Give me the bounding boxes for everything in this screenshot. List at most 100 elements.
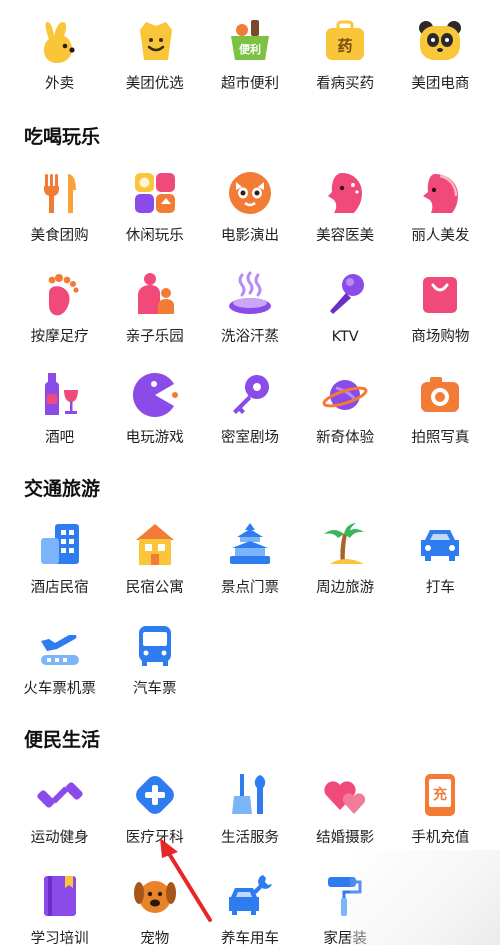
service-label: 宠物 [140, 931, 170, 947]
life-row-2: 学习培训 宠物 养车用车 家居装 [12, 871, 488, 948]
service-label: 医疗牙科 [125, 830, 184, 846]
service-dianshang[interactable]: 美团电商 [393, 16, 488, 93]
service-ktv[interactable]: KTV [298, 269, 393, 346]
service-label: 拍照写真 [411, 430, 470, 446]
service-minsu[interactable]: 民宿公寓 [107, 520, 202, 597]
key-icon [225, 370, 275, 420]
microphone-icon [320, 269, 370, 319]
service-paizhao[interactable]: 拍照写真 [393, 370, 488, 447]
service-label: 洗浴汗蒸 [220, 329, 279, 345]
leisure-grid-icon [130, 168, 180, 218]
dog-icon [130, 871, 180, 921]
section-title-travel: 交通旅游 [24, 478, 101, 500]
travel-row-2: 火车票机票 汽车票 [12, 621, 488, 698]
service-mishi[interactable]: 密室剧场 [202, 370, 297, 447]
pacman-icon [130, 370, 180, 420]
service-label: 民宿公寓 [125, 580, 184, 596]
service-huoche-jipiao[interactable]: 火车票机票 [12, 621, 107, 698]
service-label: 亲子乐园 [125, 329, 184, 345]
fork-knife-icon [35, 168, 85, 218]
travel-row-1: 酒店民宿 民宿公寓 景点门票 周边旅游 打车 [12, 520, 488, 597]
service-jiudian[interactable]: 酒店民宿 [12, 520, 107, 597]
cat-face-icon [225, 168, 275, 218]
eat-play-row-1: 美食团购 休闲玩乐 电影演出 美容医美 丽人美发 [12, 168, 488, 245]
service-qinzi[interactable]: 亲子乐园 [107, 269, 202, 346]
service-label: 丽人美发 [411, 228, 470, 244]
camera-icon [415, 370, 465, 420]
service-label: 学习培训 [30, 931, 89, 947]
car-wrench-icon [225, 871, 275, 921]
service-yundong[interactable]: 运动健身 [12, 770, 107, 847]
service-meishi[interactable]: 美食团购 [12, 168, 107, 245]
service-label: 结婚摄影 [316, 830, 375, 846]
house-icon [130, 520, 180, 570]
service-youxuan[interactable]: 美团优选 [107, 16, 202, 93]
service-chongzhi[interactable]: 充 手机充值 [393, 770, 488, 847]
service-label: 酒店民宿 [30, 580, 89, 596]
broom-wrench-icon [225, 770, 275, 820]
service-shenghuo[interactable]: 生活服务 [202, 770, 297, 847]
svg-text:便利: 便利 [239, 42, 261, 56]
service-yiliao[interactable]: 医疗牙科 [107, 770, 202, 847]
shopping-bag-icon [415, 269, 465, 319]
service-label: 酒吧 [45, 430, 75, 446]
service-jiaju[interactable]: 家居装 [298, 871, 393, 948]
service-label: KTV [331, 329, 359, 345]
temple-icon [225, 520, 275, 570]
service-zhoubian[interactable]: 周边旅游 [298, 520, 393, 597]
service-label: 火车票机票 [23, 681, 96, 697]
service-dianwan[interactable]: 电玩游戏 [107, 370, 202, 447]
grocery-basket-icon: 便利 [225, 16, 275, 66]
service-label: 打车 [425, 580, 455, 596]
service-label: 休闲玩乐 [125, 228, 184, 244]
service-label: 汽车票 [133, 681, 177, 697]
car-icon [415, 520, 465, 570]
service-xiuxian[interactable]: 休闲玩乐 [107, 168, 202, 245]
medical-cross-icon [130, 770, 180, 820]
hair-profile-icon [415, 168, 465, 218]
service-xuexi[interactable]: 学习培训 [12, 871, 107, 948]
phone-charge-icon: 充 [415, 770, 465, 820]
service-jingdian[interactable]: 景点门票 [202, 520, 297, 597]
service-label: 按摩足疗 [30, 329, 89, 345]
svg-text:充: 充 [433, 786, 447, 803]
service-xinqi[interactable]: 新奇体验 [298, 370, 393, 447]
service-label: 美容医美 [316, 228, 375, 244]
service-chaoshi[interactable]: 便利 超市便利 [202, 16, 297, 93]
hotel-building-icon [35, 520, 85, 570]
service-waimai[interactable]: 外卖 [12, 16, 107, 93]
smiley-bag-icon [130, 16, 180, 66]
book-icon [35, 871, 85, 921]
top-services-row: 外卖 美团优选 便利 超市便利 药 看病买药 美团电商 [12, 16, 488, 93]
service-jiehun[interactable]: 结婚摄影 [298, 770, 393, 847]
service-label: 新奇体验 [316, 430, 375, 446]
service-label: 家居装 [323, 931, 367, 947]
service-dianying[interactable]: 电影演出 [202, 168, 297, 245]
service-shangchang[interactable]: 商场购物 [393, 269, 488, 346]
palm-tree-icon [320, 520, 370, 570]
service-label: 外卖 [45, 76, 75, 92]
woman-profile-icon [320, 168, 370, 218]
service-label: 密室剧场 [220, 430, 279, 446]
service-label: 手机充值 [411, 830, 470, 846]
service-label: 周边旅游 [316, 580, 375, 596]
service-dache[interactable]: 打车 [393, 520, 488, 597]
service-label: 超市便利 [220, 76, 279, 92]
service-yangche[interactable]: 养车用车 [202, 871, 297, 948]
service-qichepiao[interactable]: 汽车票 [107, 621, 202, 698]
service-jiuba[interactable]: 酒吧 [12, 370, 107, 447]
service-chongwu[interactable]: 宠物 [107, 871, 202, 948]
section-title-life: 便民生活 [24, 729, 101, 751]
service-xiyu[interactable]: 洗浴汗蒸 [202, 269, 297, 346]
service-label: 生活服务 [220, 830, 279, 846]
service-liren[interactable]: 丽人美发 [393, 168, 488, 245]
life-row-1: 运动健身 医疗牙科 生活服务 结婚摄影 充 手机充值 [12, 770, 488, 847]
service-meirong[interactable]: 美容医美 [298, 168, 393, 245]
service-label: 电影演出 [220, 228, 279, 244]
service-anmo[interactable]: 按摩足疗 [12, 269, 107, 346]
eat-play-row-3: 酒吧 电玩游戏 密室剧场 新奇体验 拍照写真 [12, 370, 488, 447]
planet-icon [320, 370, 370, 420]
service-label: 运动健身 [30, 830, 89, 846]
service-label: 电玩游戏 [125, 430, 184, 446]
service-yiyao[interactable]: 药 看病买药 [298, 16, 393, 93]
